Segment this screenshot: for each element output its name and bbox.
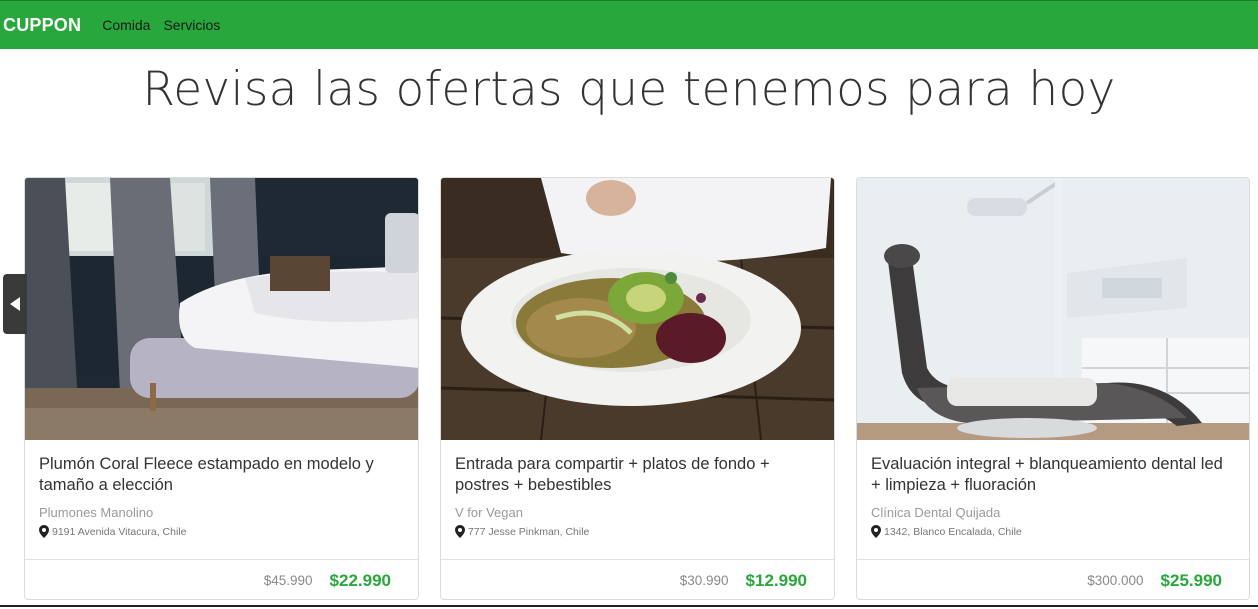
top-navbar: CUPPON Comida Servicios bbox=[0, 0, 1258, 49]
map-pin-icon bbox=[871, 525, 881, 538]
deal-body: Plumón Coral Fleece estampado en modelo … bbox=[25, 440, 418, 559]
deal-location-text: 1342, Blanco Encalada, Chile bbox=[884, 525, 1022, 538]
map-pin-icon bbox=[39, 525, 49, 538]
deal-title[interactable]: Entrada para compartir + platos de fondo… bbox=[455, 454, 820, 496]
nav-link-servicios[interactable]: Servicios bbox=[163, 17, 220, 33]
deal-image[interactable] bbox=[857, 178, 1249, 440]
deal-location: 777 Jesse Pinkman, Chile bbox=[455, 525, 820, 538]
deal-location: 9191 Avenida Vitacura, Chile bbox=[39, 525, 404, 538]
new-price: $25.990 bbox=[1160, 570, 1222, 590]
deal-title[interactable]: Plumón Coral Fleece estampado en modelo … bbox=[39, 454, 404, 496]
deal-price-bar: $300.000 $25.990 bbox=[857, 559, 1249, 599]
deal-price-bar: $30.990 $12.990 bbox=[441, 559, 834, 599]
deal-shop-name: Plumones Manolino bbox=[39, 505, 154, 520]
deal-price-bar: $45.990 $22.990 bbox=[25, 559, 418, 599]
deal-location-text: 9191 Avenida Vitacura, Chile bbox=[52, 525, 187, 538]
deal-location: 1342, Blanco Encalada, Chile bbox=[871, 525, 1235, 538]
map-pin-icon bbox=[455, 525, 465, 538]
deal-title[interactable]: Evaluación integral + blanqueamiento den… bbox=[871, 454, 1235, 496]
deal-card[interactable]: Evaluación integral + blanqueamiento den… bbox=[856, 177, 1250, 600]
deal-shop-name: V for Vegan bbox=[455, 505, 523, 520]
page-headline: Revisa las ofertas que tenemos para hoy bbox=[142, 62, 1116, 117]
new-price: $12.990 bbox=[745, 570, 807, 590]
brand-logo[interactable]: CUPPON bbox=[3, 15, 81, 36]
old-price: $30.990 bbox=[679, 573, 729, 588]
deal-body: Evaluación integral + blanqueamiento den… bbox=[857, 440, 1249, 559]
deal-image[interactable] bbox=[441, 178, 834, 440]
triangle-left-icon bbox=[10, 297, 20, 311]
deal-body: Entrada para compartir + platos de fondo… bbox=[441, 440, 834, 559]
carousel-prev-button[interactable] bbox=[3, 274, 27, 334]
deal-card[interactable]: Entrada para compartir + platos de fondo… bbox=[440, 177, 835, 600]
bedroom-photo bbox=[25, 178, 418, 440]
old-price: $45.990 bbox=[263, 573, 313, 588]
dental-chair-photo bbox=[857, 178, 1249, 440]
deal-shop-name: Clínica Dental Quijada bbox=[871, 505, 1001, 520]
new-price: $22.990 bbox=[329, 570, 391, 590]
deal-card[interactable]: Plumón Coral Fleece estampado en modelo … bbox=[24, 177, 419, 600]
deal-location-text: 777 Jesse Pinkman, Chile bbox=[468, 525, 590, 538]
salad-bowl-photo bbox=[441, 178, 834, 440]
old-price: $300.000 bbox=[1087, 573, 1144, 588]
bottom-divider bbox=[0, 605, 1258, 607]
deal-image[interactable] bbox=[25, 178, 418, 440]
nav-link-comida[interactable]: Comida bbox=[102, 17, 150, 33]
